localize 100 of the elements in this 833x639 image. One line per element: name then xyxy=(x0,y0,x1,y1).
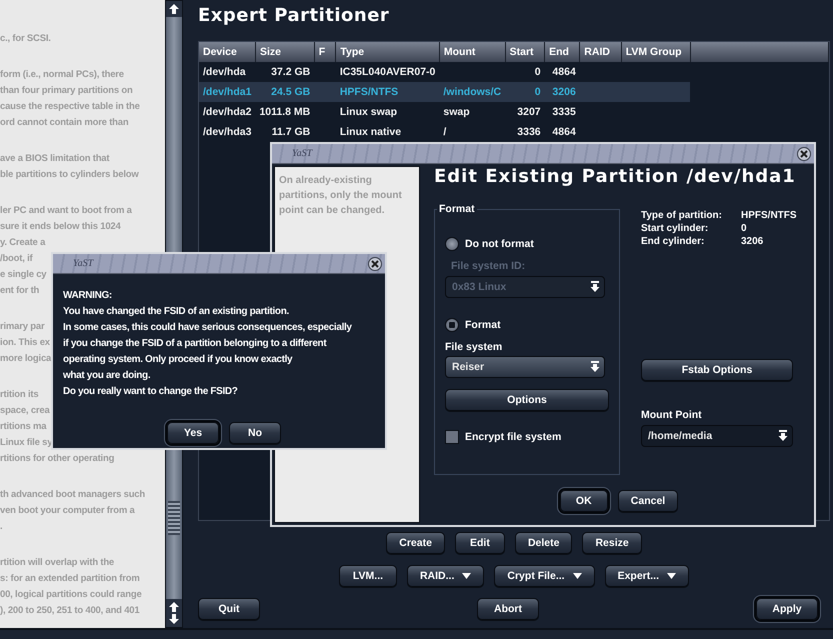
up-arrow-icon[interactable] xyxy=(168,601,180,613)
info-value: 0 xyxy=(741,223,748,234)
table-cell: 0 xyxy=(505,82,545,102)
scroll-thumb[interactable] xyxy=(168,501,180,535)
table-cell: /dev/hda1 xyxy=(199,82,256,102)
fstab-options-button[interactable]: Fstab Options xyxy=(641,359,793,381)
dialog-title: Edit Existing Partition /dev/hda1 xyxy=(434,166,797,187)
column-header[interactable]: Mount xyxy=(439,42,506,62)
table-cell: IC35L040AVER07-0 xyxy=(336,62,440,82)
action-button[interactable]: Resize xyxy=(582,532,642,554)
table-row[interactable]: /dev/hda3 11.7 GB Linux native / 3336 4864 xyxy=(199,122,828,142)
column-header[interactable]: Type xyxy=(336,42,440,62)
help-text: y. Create a xyxy=(0,236,46,250)
file-system-dropdown[interactable]: Reiser xyxy=(445,356,605,378)
column-header[interactable]: F xyxy=(314,42,336,62)
help-text: 00, logical partitions could range xyxy=(0,588,142,602)
menu-button[interactable]: Crypt File... xyxy=(494,565,595,587)
close-button[interactable] xyxy=(368,256,382,270)
table-cell: 37.2 GB xyxy=(255,62,314,82)
column-header[interactable]: Device xyxy=(199,42,256,62)
table-cell: /dev/hda2 xyxy=(199,102,256,122)
help-text: ave a BIOS limitation that xyxy=(0,152,110,166)
help-text: On already-existing partitions, only the mount point can be changed. xyxy=(279,174,403,218)
radio-button[interactable]: Do not format xyxy=(445,237,609,251)
help-text: form (i.e., normal PCs), there xyxy=(0,68,124,82)
info-value: 3206 xyxy=(741,236,764,247)
table-cell: Linux swap xyxy=(336,102,440,122)
help-text: ble partitions to cylinders below xyxy=(0,168,139,182)
info-value: HPFS/NTFS xyxy=(741,210,797,221)
help-text: ord cannot contain more than xyxy=(0,116,128,130)
help-text: /boot, if xyxy=(0,252,32,266)
column-header[interactable]: Start xyxy=(505,42,545,62)
help-text: ent for th xyxy=(0,284,40,298)
column-header[interactable]: Size xyxy=(255,42,314,62)
caret-icon xyxy=(667,573,676,579)
help-text: ler PC and want to boot from a xyxy=(0,204,132,218)
help-text: more logica xyxy=(0,352,52,366)
help-text: c., for SCSI. xyxy=(0,32,51,46)
help-text: cause the respective table in the xyxy=(0,100,140,114)
table-cell: 0 xyxy=(505,62,545,82)
help-text: rtition its xyxy=(0,388,38,402)
table-cell: 3207 xyxy=(505,102,545,122)
help-text: rimary par xyxy=(0,320,44,334)
checkbox[interactable]: Encrypt file system xyxy=(445,430,609,444)
up-arrow-icon[interactable] xyxy=(168,3,180,15)
menu-button[interactable]: Expert... xyxy=(604,565,690,587)
help-text: e single cy xyxy=(0,268,46,282)
table-row[interactable]: /dev/hda2 1011.8 MB Linux swap swap 3207 3335 xyxy=(199,102,828,122)
info-label: End cylinder: xyxy=(641,236,706,247)
caret-icon xyxy=(572,573,582,579)
field-label: Mount Point xyxy=(641,409,703,421)
options-button[interactable]: Options xyxy=(445,389,609,411)
table-cell: /dev/hda xyxy=(199,62,256,82)
table-cell: swap xyxy=(439,102,506,122)
column-header[interactable]: End xyxy=(544,42,580,62)
help-text: rtition will overlap with the xyxy=(0,556,114,570)
action-button[interactable]: Abort xyxy=(477,598,539,620)
warning-heading: WARNING: xyxy=(63,289,113,303)
caret-icon xyxy=(462,573,472,579)
column-header[interactable]: LVM Group xyxy=(621,42,690,62)
action-button[interactable]: Create xyxy=(386,532,445,554)
dialog-button[interactable]: OK xyxy=(560,490,608,512)
help-text: s: for an extended partition from xyxy=(0,572,140,586)
radio-button[interactable]: Format xyxy=(445,318,609,332)
table-cell: 4864 xyxy=(544,62,580,82)
window-title: YaST xyxy=(73,258,94,269)
table-cell-text: 4864 xyxy=(551,125,577,140)
column-header[interactable]: RAID xyxy=(580,42,622,62)
table-cell: /windows/C xyxy=(439,82,506,102)
down-arrow-icon xyxy=(590,361,600,373)
table-cell-text: 3336 xyxy=(516,125,542,140)
window-title: YaST xyxy=(292,148,312,159)
table-row[interactable]: /dev/hda 37.2 GB IC35L040AVER07-0 0 4864 xyxy=(199,62,828,82)
table-cell-text: Linux native xyxy=(338,125,402,140)
dialog-button[interactable]: No xyxy=(229,422,281,444)
action-button[interactable]: Delete xyxy=(514,532,572,554)
menu-button[interactable]: RAID... xyxy=(406,565,484,587)
down-arrow-icon[interactable] xyxy=(168,613,180,625)
field-label: File system ID: xyxy=(451,260,526,272)
page-title: Expert Partitioner xyxy=(198,4,390,28)
table-cell: 1011.8 MB xyxy=(255,102,314,122)
mount-point-field[interactable]: /home/media xyxy=(641,425,793,447)
table-cell-text: 11.7 GB xyxy=(270,125,312,140)
help-text: th advanced boot managers such xyxy=(0,488,145,502)
help-text: ven boot your computer from a xyxy=(0,504,135,518)
table-row[interactable]: /dev/hda1 24.5 GB HPFS/NTFS /windows/C 0 3206 xyxy=(199,82,828,102)
action-button[interactable]: LVM... xyxy=(338,565,397,587)
action-button[interactable]: Edit xyxy=(454,532,505,554)
help-text: than four primary partitions on xyxy=(0,84,133,98)
action-button[interactable]: Quit xyxy=(198,598,260,620)
down-arrow-icon xyxy=(778,430,788,442)
group-title: Format xyxy=(438,203,476,215)
action-button[interactable]: Apply xyxy=(756,598,818,620)
dialog-button[interactable]: Cancel xyxy=(618,490,678,512)
dialog-button[interactable]: Yes xyxy=(167,422,219,444)
close-button[interactable] xyxy=(797,146,811,160)
help-text: ), 200 to 250, 251 to 400, and 401 xyxy=(0,604,140,618)
table-cell-text: /dev/hda3 xyxy=(202,125,252,140)
table-cell-text: / xyxy=(442,125,448,140)
help-text: space, crea xyxy=(0,404,50,418)
